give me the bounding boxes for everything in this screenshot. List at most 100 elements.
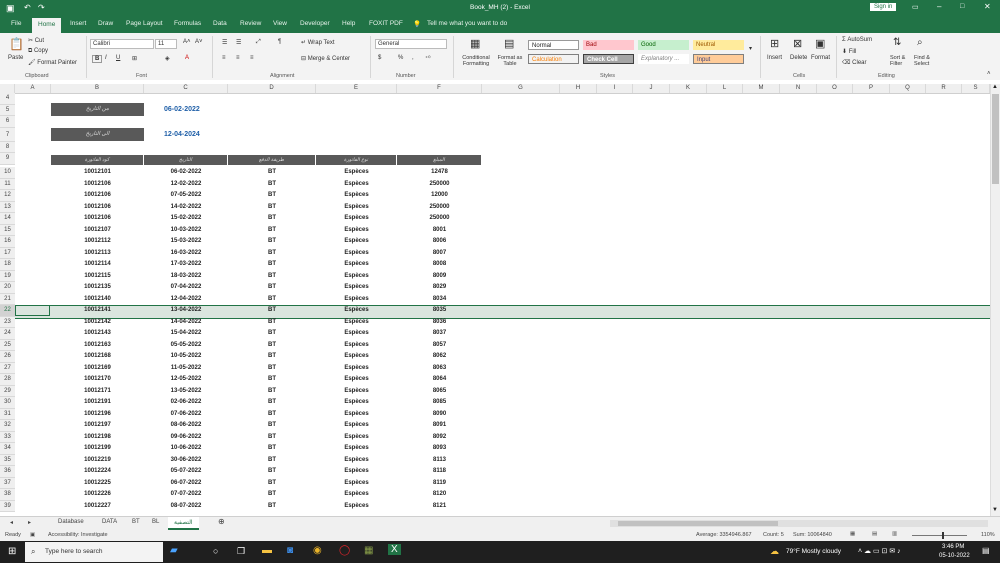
table-cell-pay[interactable]: BT	[228, 294, 316, 306]
table-cell-code[interactable]: 10012199	[51, 443, 144, 455]
table-cell-code[interactable]: 10012140	[51, 294, 144, 306]
page-break-view-icon[interactable]: ▥	[892, 531, 897, 537]
zoom-slider[interactable]	[912, 532, 967, 539]
table-cell-type[interactable]: Espèces	[316, 466, 397, 478]
tab-file[interactable]: File	[11, 20, 21, 27]
table-cell-code[interactable]: 10012135	[51, 282, 144, 294]
style-input[interactable]: Input	[693, 54, 744, 64]
row-header[interactable]: 22	[0, 305, 15, 317]
insert-cells-button[interactable]: Insert	[767, 55, 782, 61]
font-color-icon[interactable]: A	[185, 55, 189, 61]
format-table-icon[interactable]: ▤	[504, 37, 514, 50]
clock-date[interactable]: 05-10-2022	[939, 553, 970, 559]
tab-data[interactable]: Data	[213, 20, 227, 27]
horizontal-scrollbar[interactable]	[610, 520, 988, 527]
decimal-icon[interactable]: ⁺⁰	[425, 55, 431, 62]
table-cell-code[interactable]: 10012219	[51, 455, 144, 467]
table-cell-code[interactable]: 10012143	[51, 328, 144, 340]
table-cell-date[interactable]: 09-06-2022	[144, 432, 228, 444]
delete-cells-button[interactable]: Delete	[790, 55, 807, 61]
row-header[interactable]: 25	[0, 339, 15, 351]
table-cell-amt[interactable]: 8007	[397, 248, 482, 260]
table-cell-amt[interactable]: 250000	[397, 179, 482, 191]
table-cell-pay[interactable]: BT	[228, 225, 316, 237]
column-header-e[interactable]: E	[316, 84, 397, 93]
table-cell-amt[interactable]: 8065	[397, 386, 482, 398]
table-cell-type[interactable]: Espèces	[316, 225, 397, 237]
percent-icon[interactable]: %	[398, 55, 403, 61]
sheet-tab-active[interactable]: التصفية	[168, 517, 199, 530]
table-cell-date[interactable]: 12-05-2022	[144, 374, 228, 386]
table-cell-code[interactable]: 10012107	[51, 225, 144, 237]
table-cell-code[interactable]: 10012101	[51, 167, 144, 179]
table-cell-date[interactable]: 14-02-2022	[144, 202, 228, 214]
task-view-icon[interactable]: ❐	[237, 546, 245, 557]
table-cell-date[interactable]: 13-05-2022	[144, 386, 228, 398]
column-header-r[interactable]: R	[926, 84, 962, 93]
tab-view[interactable]: View	[273, 20, 287, 27]
table-cell-code[interactable]: 10012113	[51, 248, 144, 260]
format-cells-button[interactable]: Format	[811, 55, 830, 61]
find-select-button[interactable]: Find & Select	[914, 55, 938, 67]
row-header[interactable]: 9	[0, 153, 15, 165]
table-cell-amt[interactable]: 8085	[397, 397, 482, 409]
weather-icon[interactable]: ☁	[770, 546, 779, 557]
table-cell-amt[interactable]: 8029	[397, 282, 482, 294]
row-header[interactable]: 13	[0, 201, 15, 213]
sheet-next-icon[interactable]: ▸	[28, 519, 31, 526]
table-cell-date[interactable]: 06-02-2022	[144, 167, 228, 179]
paste-button[interactable]: Paste	[8, 55, 23, 61]
table-cell-type[interactable]: Espèces	[316, 420, 397, 432]
table-cell-amt[interactable]: 8062	[397, 351, 482, 363]
table-cell-type[interactable]: Espèces	[316, 236, 397, 248]
table-cell-type[interactable]: Espèces	[316, 374, 397, 386]
table-cell-code[interactable]: 10012168	[51, 351, 144, 363]
file-explorer-icon[interactable]: ▬	[262, 545, 272, 556]
table-cell-amt[interactable]: 12000	[397, 190, 482, 202]
column-header-m[interactable]: M	[743, 84, 780, 93]
table-cell-date[interactable]: 15-02-2022	[144, 213, 228, 225]
app-icon[interactable]: ▦	[364, 545, 373, 556]
vertical-scrollbar[interactable]: ▲ ▼	[990, 84, 1000, 516]
row-header[interactable]: 21	[0, 293, 15, 305]
table-cell-pay[interactable]: BT	[228, 351, 316, 363]
row-header[interactable]: 23	[0, 316, 15, 328]
table-cell-code[interactable]: 10012163	[51, 340, 144, 352]
table-cell-date[interactable]: 08-07-2022	[144, 501, 228, 513]
table-cell-type[interactable]: Espèces	[316, 340, 397, 352]
table-cell-date[interactable]: 05-07-2022	[144, 466, 228, 478]
chrome-icon[interactable]: ◉	[313, 545, 322, 556]
table-cell-date[interactable]: 10-05-2022	[144, 351, 228, 363]
column-header-s[interactable]: S	[962, 84, 990, 93]
tab-foxit-pdf[interactable]: FOXIT PDF	[369, 20, 403, 27]
sheet-prev-icon[interactable]: ◂	[10, 519, 13, 526]
active-cell[interactable]	[15, 305, 50, 316]
table-cell-type[interactable]: Espèces	[316, 328, 397, 340]
column-header-n[interactable]: N	[780, 84, 817, 93]
table-cell-pay[interactable]: BT	[228, 443, 316, 455]
clear-button[interactable]: ⌫ Clear	[842, 59, 867, 66]
table-cell-date[interactable]: 06-07-2022	[144, 478, 228, 490]
sheet-tab-bl[interactable]: BL	[152, 519, 159, 525]
orientation-icon[interactable]: ⤢	[256, 39, 261, 46]
table-cell-code[interactable]: 10012112	[51, 236, 144, 248]
table-cell-amt[interactable]: 8091	[397, 420, 482, 432]
column-header-p[interactable]: P	[853, 84, 890, 93]
table-cell-pay[interactable]: BT	[228, 340, 316, 352]
table-cell-pay[interactable]: BT	[228, 271, 316, 283]
table-cell-pay[interactable]: BT	[228, 213, 316, 225]
table-cell-code[interactable]: 10012226	[51, 489, 144, 501]
table-cell-amt[interactable]: 8036	[397, 317, 482, 329]
table-cell-amt[interactable]: 8121	[397, 501, 482, 513]
row-header[interactable]: 12	[0, 190, 15, 202]
table-cell-pay[interactable]: BT	[228, 397, 316, 409]
column-header-l[interactable]: L	[707, 84, 743, 93]
style-explanatory[interactable]: Explanatory ...	[638, 54, 689, 64]
style-check-cell[interactable]: Check Cell	[583, 54, 634, 64]
table-cell-pay[interactable]: BT	[228, 202, 316, 214]
column-header-j[interactable]: J	[633, 84, 670, 93]
row-header[interactable]: 18	[0, 259, 15, 271]
table-cell-code[interactable]: 10012115	[51, 271, 144, 283]
comma-icon[interactable]: ,	[412, 55, 414, 61]
column-header-k[interactable]: K	[670, 84, 707, 93]
